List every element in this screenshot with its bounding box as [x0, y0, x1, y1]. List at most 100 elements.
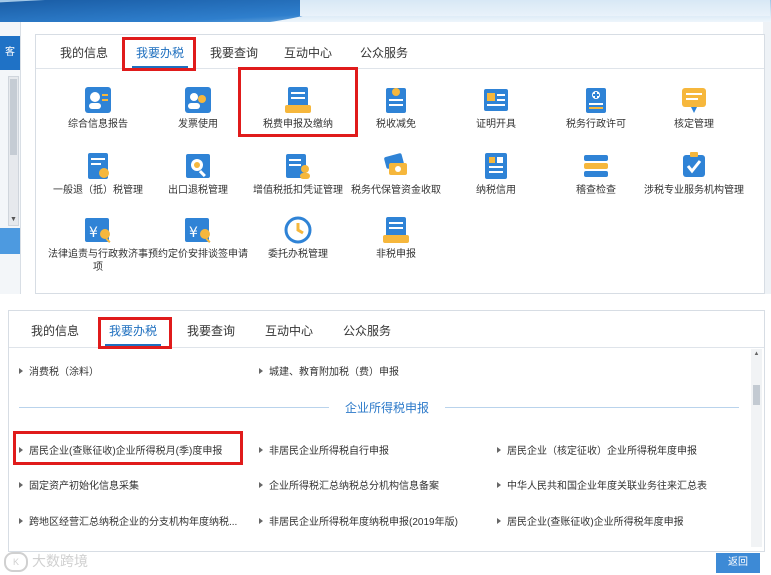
invoice-people-icon [183, 85, 213, 115]
tab-query[interactable]: 我要查询 [187, 321, 235, 341]
list-item[interactable]: 消费税（涂料） [19, 363, 99, 378]
item-label: 核定管理 [674, 119, 714, 130]
person-card-icon [83, 85, 113, 115]
item-label: 发票使用 [178, 119, 218, 130]
list-item[interactable]: 中华人民共和国企业年度关联业务往来汇总表 [497, 477, 707, 492]
scroll-down-arrow-icon[interactable]: ▼ [9, 216, 18, 223]
item-label: 委托办税管理 [268, 249, 328, 260]
tab-my-info[interactable]: 我的信息 [31, 321, 79, 341]
item-label: 涉税专业服务机构管理 [644, 185, 744, 196]
item-entrust-tax[interactable]: 委托办税管理 [246, 215, 350, 261]
section-title: 企业所得税申报 [344, 401, 429, 415]
item-certificate[interactable]: 证明开具 [444, 85, 548, 131]
list-item[interactable]: 居民企业(查账征收)企业所得税年度申报 [497, 513, 684, 528]
list-item-label: 非居民企业所得税自行申报 [269, 446, 389, 457]
sidebar-scrollbar[interactable]: ▼ [8, 76, 19, 226]
scroll-up-arrow-icon[interactable]: ▲ [751, 351, 762, 357]
watermark-logo-icon: K [4, 552, 28, 573]
list-item[interactable]: 固定资产初始化信息采集 [19, 477, 139, 492]
tax-declare-icon [283, 85, 313, 115]
item-label: 一般退（抵）税管理 [53, 185, 143, 196]
item-general-refund[interactable]: 一般退（抵）税管理 [46, 151, 150, 197]
item-export-refund[interactable]: 出口退税管理 [146, 151, 250, 197]
list-item[interactable]: 居民企业（核定征收）企业所得税年度申报 [497, 442, 697, 457]
svg-text:¥: ¥ [189, 225, 198, 241]
list-item[interactable]: 非居民企业所得税年度纳税申报(2019年版) [259, 513, 458, 528]
svg-text:¥: ¥ [89, 225, 98, 241]
item-invoice-use[interactable]: 发票使用 [146, 85, 250, 131]
list-item[interactable]: 企业所得税汇总纳税总分机构信息备案 [259, 477, 439, 492]
approval-manage-icon [679, 85, 709, 115]
tab-my-info[interactable]: 我的信息 [60, 43, 108, 63]
list-item-label: 企业所得税汇总纳税总分机构信息备案 [269, 481, 439, 492]
tab-public-service[interactable]: 公众服务 [343, 321, 391, 341]
list-item[interactable]: 居民企业(查账征收)企业所得税月(季)度申报 [19, 442, 222, 457]
service-panel-bottom: 我的信息 我要办税 我要查询 互动中心 公众服务 消费税（涂料） 城建、教育附加… [8, 310, 765, 552]
banner-wave [0, 0, 341, 22]
item-approval-manage[interactable]: 核定管理 [642, 85, 746, 131]
triangle-right-icon [259, 368, 263, 374]
divider-line [445, 407, 739, 408]
return-button[interactable]: 返回 [716, 553, 760, 573]
pricing-arrangement-icon: ¥ [183, 215, 213, 245]
list-item-label: 中华人民共和国企业年度关联业务往来汇总表 [507, 481, 707, 492]
watermark-text: 大数跨境 [32, 553, 88, 569]
triangle-right-icon [497, 482, 501, 488]
list-item-label: 居民企业(查账征收)企业所得税月(季)度申报 [29, 446, 223, 457]
refund-document-icon [83, 151, 113, 181]
list-item-label: 消费税（涂料） [29, 367, 99, 378]
tab-tax-handling[interactable]: 我要办税 [131, 43, 189, 68]
list-item[interactable]: 跨地区经营汇总纳税企业的分支机构年度纳税... [19, 513, 237, 528]
item-comprehensive-report[interactable]: 综合信息报告 [46, 85, 150, 131]
item-vat-voucher[interactable]: 增值税抵扣凭证管理 [246, 151, 350, 197]
tab-interaction[interactable]: 互动中心 [265, 321, 313, 341]
item-non-tax-declare[interactable]: 非税申报 [344, 215, 448, 261]
tab-query[interactable]: 我要查询 [210, 43, 258, 63]
triangle-right-icon [19, 518, 23, 524]
banner-sky [300, 0, 770, 16]
administrative-permit-icon [581, 85, 611, 115]
triangle-right-icon [259, 518, 263, 524]
list-item[interactable]: 城建、教育附加税（费）申报 [259, 363, 399, 378]
tab-tax-handling[interactable]: 我要办税 [104, 321, 162, 346]
tab-bar: 我的信息 我要办税 我要查询 互动中心 公众服务 [9, 311, 764, 348]
item-inspection[interactable]: 稽查检查 [544, 151, 648, 197]
tab-public-service[interactable]: 公众服务 [360, 43, 408, 63]
item-label: 预约定价安排谈签申请 [148, 249, 248, 260]
item-label: 出口退税管理 [168, 185, 228, 196]
item-label: 税务代保管资金收取 [351, 185, 441, 196]
triangle-right-icon [497, 447, 501, 453]
sidebar-active-item[interactable] [0, 228, 20, 254]
item-label: 法律追责与行政救济事项 [48, 249, 148, 273]
vat-voucher-icon [283, 151, 313, 181]
left-sidebar-remnant: 客 ▼ [0, 22, 21, 294]
item-pricing-arrangement[interactable]: ¥ 预约定价安排谈签申请 [146, 215, 250, 261]
money-custody-icon [381, 151, 411, 181]
item-label: 税务行政许可 [566, 119, 626, 130]
sidebar-tab[interactable]: 客 [0, 36, 20, 70]
triangle-right-icon [19, 482, 23, 488]
triangle-right-icon [259, 482, 263, 488]
list-item-label: 城建、教育附加税（费）申报 [269, 367, 399, 378]
scroll-thumb[interactable] [753, 385, 760, 405]
certificate-icon [481, 85, 511, 115]
professional-service-icon [679, 151, 709, 181]
item-label: 税费申报及缴纳 [263, 119, 333, 130]
service-panel-top: 我的信息 我要办税 我要查询 互动中心 公众服务 综合信息报告 发票使用 税费申… [35, 34, 765, 294]
item-label: 证明开具 [476, 119, 516, 130]
tab-interaction[interactable]: 互动中心 [284, 43, 332, 63]
item-legal-relief[interactable]: ¥ 法律追责与行政救济事项 [46, 215, 150, 274]
item-tax-credit[interactable]: 纳税信用 [444, 151, 548, 197]
list-item[interactable]: 非居民企业所得税自行申报 [259, 442, 389, 457]
item-tax-declare-pay[interactable]: 税费申报及缴纳 [246, 85, 350, 131]
item-professional-service[interactable]: 涉税专业服务机构管理 [642, 151, 746, 197]
item-tax-reduction[interactable]: 税收减免 [344, 85, 448, 131]
list-item-label: 固定资产初始化信息采集 [29, 481, 139, 492]
list-item-label: 非居民企业所得税年度纳税申报(2019年版) [269, 517, 458, 528]
item-label: 纳税信用 [476, 185, 516, 196]
list-scrollbar[interactable]: ▲ [751, 349, 762, 547]
top-banner [0, 0, 771, 22]
item-money-custody[interactable]: 税务代保管资金收取 [344, 151, 448, 197]
scroll-thumb[interactable] [10, 79, 17, 155]
item-admin-permit[interactable]: 税务行政许可 [544, 85, 648, 131]
